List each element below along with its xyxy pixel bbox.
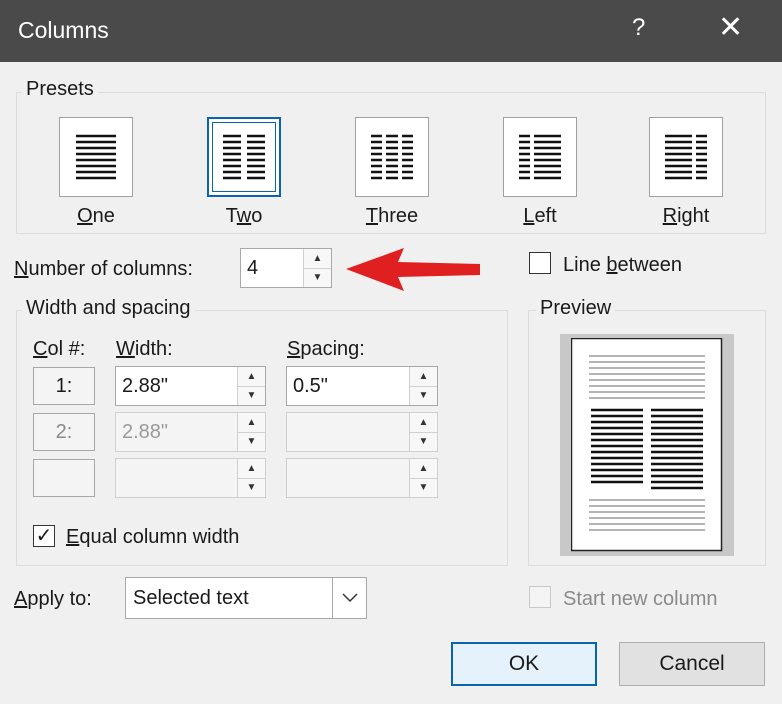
spin-down-icon[interactable]: ▼: [410, 432, 437, 451]
spin-up-icon[interactable]: ▲: [238, 413, 265, 433]
spin-up-icon[interactable]: ▲: [410, 413, 437, 433]
start-new-column-label: Start new column: [563, 588, 718, 610]
spin-up-icon[interactable]: ▲: [238, 459, 265, 479]
spacing-spinner-2[interactable]: ▲ ▼: [286, 412, 438, 452]
width-input-1[interactable]: 2.88": [116, 375, 237, 398]
preset-three-button[interactable]: [355, 117, 429, 197]
presets-legend: Presets: [22, 78, 98, 101]
width-input-2[interactable]: 2.88": [116, 421, 237, 444]
spin-down-icon[interactable]: ▼: [238, 432, 265, 451]
number-of-columns-label: Number of columns:: [14, 258, 193, 280]
spin-up-icon[interactable]: ▲: [410, 367, 437, 387]
preview-page: [571, 338, 723, 552]
spacing-spin-1[interactable]: ▲ ▼: [409, 367, 437, 405]
line-between-label: Line between: [563, 254, 682, 276]
spacing-spin-2[interactable]: ▲ ▼: [409, 413, 437, 451]
three-column-icon: [371, 134, 413, 180]
preset-right-label: Right: [662, 205, 710, 227]
width-spin-3[interactable]: ▲ ▼: [237, 459, 265, 497]
preset-one-button[interactable]: [59, 117, 133, 197]
equal-column-width-checkbox[interactable]: ✓: [33, 525, 55, 547]
spacing-spinner-1[interactable]: 0.5" ▲ ▼: [286, 366, 438, 406]
line-between-checkbox[interactable]: [529, 252, 551, 274]
col-number-2: 2:: [33, 413, 95, 451]
apply-to-value: Selected text: [133, 586, 249, 609]
spin-down-icon[interactable]: ▼: [410, 478, 437, 497]
preview-legend: Preview: [536, 297, 616, 320]
col-number-3: [33, 459, 95, 497]
right-column-icon: [665, 134, 707, 180]
number-of-columns-input[interactable]: 4: [241, 257, 303, 280]
width-spin-2[interactable]: ▲ ▼: [237, 413, 265, 451]
preset-left-button[interactable]: [503, 117, 577, 197]
width-spin-1[interactable]: ▲ ▼: [237, 367, 265, 405]
col-number-1: 1:: [33, 367, 95, 405]
preset-three-label: Three: [365, 205, 419, 227]
width-spinner-1[interactable]: 2.88" ▲ ▼: [115, 366, 266, 406]
one-column-icon: [76, 134, 116, 180]
spin-down-icon[interactable]: ▼: [238, 478, 265, 497]
spin-down-icon[interactable]: ▼: [304, 268, 331, 287]
title-bar: [0, 0, 782, 62]
number-of-columns-spin[interactable]: ▲ ▼: [303, 249, 331, 287]
chevron-down-icon[interactable]: [332, 578, 366, 618]
spacing-spinner-3[interactable]: ▲ ▼: [286, 458, 438, 498]
dialog-title: Columns: [18, 17, 109, 43]
width-header: Width:: [116, 338, 173, 360]
width-spacing-legend: Width and spacing: [22, 297, 195, 320]
apply-to-label: Apply to:: [14, 588, 92, 610]
spin-up-icon[interactable]: ▲: [304, 249, 331, 269]
spin-up-icon[interactable]: ▲: [410, 459, 437, 479]
two-column-icon: [223, 134, 265, 180]
spin-down-icon[interactable]: ▼: [238, 386, 265, 405]
preset-left-label: Left: [523, 205, 557, 227]
spacing-input-1[interactable]: 0.5": [287, 375, 409, 398]
spin-down-icon[interactable]: ▼: [410, 386, 437, 405]
width-spinner-3[interactable]: ▲ ▼: [115, 458, 266, 498]
red-arrow-icon: [346, 248, 480, 291]
left-column-icon: [519, 134, 561, 180]
preset-two-button[interactable]: [207, 117, 281, 197]
close-button[interactable]: ✕: [718, 10, 743, 45]
spin-up-icon[interactable]: ▲: [238, 367, 265, 387]
col-number-header: Col #:: [33, 338, 86, 360]
preset-right-button[interactable]: [649, 117, 723, 197]
equal-column-width-label: Equal column width: [66, 526, 240, 548]
cancel-button[interactable]: Cancel: [619, 642, 765, 686]
spacing-header: Spacing:: [287, 338, 365, 360]
number-of-columns-spinner[interactable]: 4 ▲ ▼: [240, 248, 332, 288]
checkmark-icon: ✓: [35, 525, 53, 547]
spacing-spin-3[interactable]: ▲ ▼: [409, 459, 437, 497]
width-spinner-2[interactable]: 2.88" ▲ ▼: [115, 412, 266, 452]
preset-two-label: Two: [225, 205, 263, 227]
preset-one-label: One: [77, 205, 115, 227]
red-arrow-annotation: [346, 248, 480, 291]
help-button[interactable]: ?: [632, 14, 645, 42]
apply-to-select[interactable]: Selected text: [125, 577, 367, 619]
ok-button[interactable]: OK: [451, 642, 597, 686]
start-new-column-checkbox[interactable]: [529, 586, 551, 608]
